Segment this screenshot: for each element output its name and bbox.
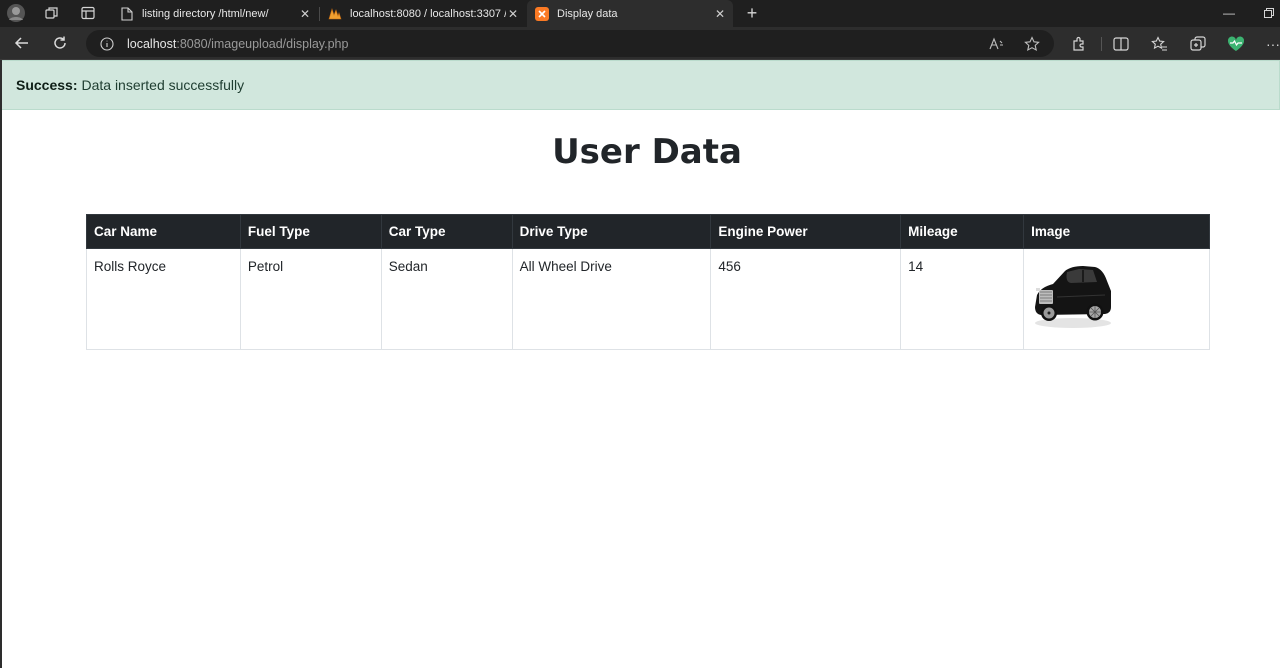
minimize-icon[interactable]: — [1218, 3, 1240, 23]
toolbar-divider [1101, 37, 1102, 51]
address-bar[interactable]: localhost:8080/imageupload/display.php [86, 30, 1054, 57]
favorite-star-icon[interactable] [1023, 35, 1041, 53]
close-tab-icon[interactable]: ✕ [506, 7, 520, 21]
page-title: User Data [552, 132, 742, 172]
new-tab-icon[interactable]: + [741, 3, 763, 23]
split-screen-icon[interactable] [1111, 34, 1131, 54]
extensions-icon[interactable] [1069, 34, 1089, 54]
more-options-icon[interactable]: ··· [1263, 34, 1280, 54]
alert-message: Data inserted successfully [81, 77, 245, 93]
tab-phpmyadmin[interactable]: localhost:8080 / localhost:3307 / ✕ [320, 0, 526, 27]
favorites-icon[interactable] [1149, 34, 1169, 54]
profile-avatar-icon[interactable] [5, 3, 27, 23]
document-icon [120, 6, 134, 21]
phpmyadmin-icon [328, 7, 342, 21]
reload-icon[interactable] [49, 33, 71, 53]
cell-image [1023, 248, 1210, 350]
tab-title: Display data [557, 7, 618, 20]
xampp-icon [535, 6, 549, 21]
site-info-icon[interactable] [100, 36, 114, 51]
cell-drive-type: All Wheel Drive [511, 248, 712, 350]
cell-car-type: Sedan [380, 248, 513, 350]
cell-engine-power: 456 [710, 248, 902, 350]
alert-label: Success: [16, 77, 78, 93]
cell-fuel-type: Petrol [239, 248, 382, 350]
tab-title: listing directory /html/new/ [142, 7, 269, 20]
tab-display-data[interactable]: Display data ✕ [527, 0, 733, 27]
cell-mileage: 14 [900, 248, 1025, 350]
page-content: Success: Data inserted successfully User… [0, 60, 1280, 668]
tab-title: localhost:8080 / localhost:3307 / [350, 7, 506, 20]
url-host: localhost [127, 36, 177, 51]
read-aloud-icon[interactable] [988, 35, 1006, 53]
car-image [1035, 266, 1112, 328]
close-tab-icon[interactable]: ✕ [713, 7, 727, 21]
column-header: Mileage [900, 214, 1025, 249]
url-path: :8080/imageupload/display.php [176, 36, 349, 51]
collections-icon[interactable] [1188, 34, 1208, 54]
restore-window-icon[interactable] [1258, 3, 1280, 23]
user-data-table: Car Name Fuel Type Car Type Drive Type E… [86, 214, 1210, 350]
back-arrow-icon[interactable] [11, 33, 33, 53]
column-header: Fuel Type [239, 214, 382, 249]
table-row: Rolls Royce Petrol Sedan All Wheel Drive… [86, 248, 1210, 350]
column-header: Car Name [86, 214, 241, 249]
browser-essentials-icon[interactable] [1226, 34, 1246, 54]
table-header-row: Car Name Fuel Type Car Type Drive Type E… [86, 214, 1210, 249]
tab-actions-icon[interactable] [77, 3, 99, 23]
close-tab-icon[interactable]: ✕ [298, 7, 312, 21]
column-header: Car Type [380, 214, 513, 249]
tab-listing-directory[interactable]: listing directory /html/new/ ✕ [112, 0, 318, 27]
workspaces-icon[interactable] [41, 3, 63, 23]
cell-car-name: Rolls Royce [86, 248, 241, 350]
success-alert: Success: Data inserted successfully [2, 60, 1280, 110]
address-toolbar: localhost:8080/imageupload/display.php ·… [0, 27, 1280, 60]
column-header: Image [1023, 214, 1210, 249]
column-header: Engine Power [710, 214, 902, 249]
url-text[interactable]: localhost:8080/imageupload/display.php [127, 37, 348, 51]
column-header: Drive Type [511, 214, 712, 249]
tab-bar: listing directory /html/new/ ✕ localhost… [0, 0, 1280, 27]
